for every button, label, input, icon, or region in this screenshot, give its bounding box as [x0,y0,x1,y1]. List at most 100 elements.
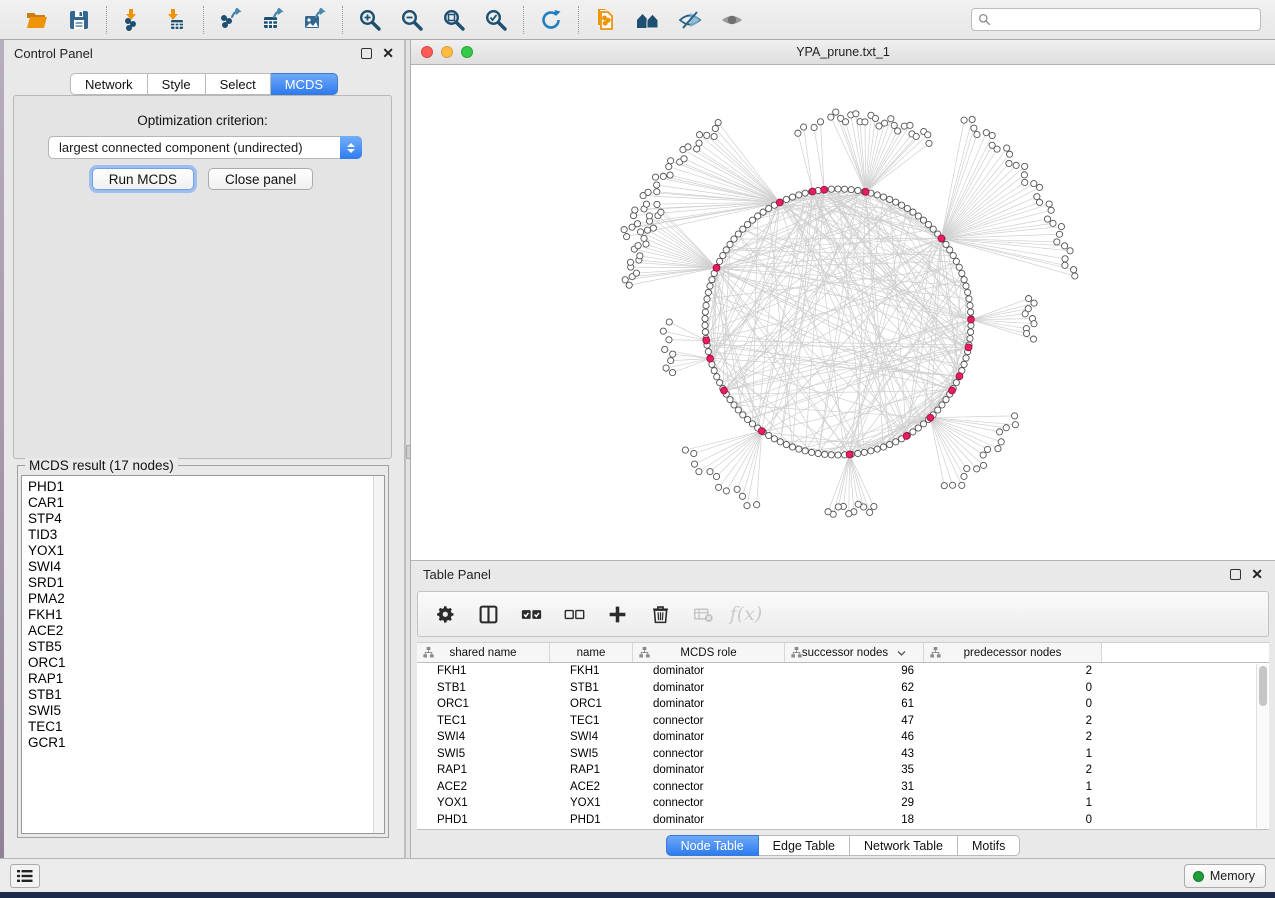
select-all-columns-icon[interactable] [518,601,544,627]
cell-MCDS-role[interactable]: dominator [633,764,785,776]
column-header-successor-nodes[interactable]: successor nodes [785,643,924,662]
cell-successor-nodes[interactable]: 35 [785,764,924,776]
result-node-item[interactable]: ORC1 [28,655,370,671]
tab-network[interactable]: Network [70,73,148,95]
result-node-item[interactable]: YOX1 [28,543,370,559]
table-row[interactable]: ACE2ACE2connector311 [417,779,1269,796]
zoom-fit-icon[interactable] [440,6,468,34]
import-network-icon[interactable] [120,6,148,34]
export-network-icon[interactable] [217,6,245,34]
result-node-item[interactable]: GCR1 [28,735,370,751]
cell-predecessor-nodes[interactable]: 1 [924,797,1102,809]
cell-MCDS-role[interactable]: dominator [633,814,785,826]
cell-MCDS-role[interactable]: connector [633,715,785,727]
result-node-item[interactable]: PMA2 [28,591,370,607]
cell-MCDS-role[interactable]: dominator [633,698,785,710]
column-header-MCDS-role[interactable]: MCDS role [633,643,785,662]
float-panel-icon[interactable] [361,48,372,59]
cell-successor-nodes[interactable]: 29 [785,797,924,809]
result-node-item[interactable]: STB5 [28,639,370,655]
result-list-scrollbar[interactable] [373,476,384,833]
cell-shared-name[interactable]: SWI5 [417,748,550,760]
cell-MCDS-role[interactable]: dominator [633,731,785,743]
create-column-icon[interactable] [604,601,630,627]
save-session-icon[interactable] [65,6,93,34]
mcds-result-list[interactable]: PHD1CAR1STP4TID3YOX1SWI4SRD1PMA2FKH1ACE2… [21,475,385,834]
cell-MCDS-role[interactable]: connector [633,748,785,760]
cell-name[interactable]: TEC1 [550,715,633,727]
column-header-shared-name[interactable]: shared name [417,643,550,662]
cell-predecessor-nodes[interactable]: 2 [924,715,1102,727]
table-scrollbar[interactable] [1256,664,1268,828]
cell-shared-name[interactable]: STB1 [417,682,550,694]
result-node-item[interactable]: TID3 [28,527,370,543]
cell-name[interactable]: SWI5 [550,748,633,760]
result-node-item[interactable]: ACE2 [28,623,370,639]
cell-name[interactable]: PHD1 [550,814,633,826]
result-node-item[interactable]: PHD1 [28,479,370,495]
cell-name[interactable]: STB1 [550,682,633,694]
search-box[interactable] [971,8,1261,31]
result-node-item[interactable]: STP4 [28,511,370,527]
cell-successor-nodes[interactable]: 96 [785,665,924,677]
cell-predecessor-nodes[interactable]: 0 [924,682,1102,694]
cell-shared-name[interactable]: ACE2 [417,781,550,793]
cell-MCDS-role[interactable]: connector [633,797,785,809]
result-node-item[interactable]: RAP1 [28,671,370,687]
table-row[interactable]: FKH1FKH1dominator962 [417,663,1269,680]
cell-shared-name[interactable]: YOX1 [417,797,550,809]
search-input[interactable] [996,13,1254,27]
cell-successor-nodes[interactable]: 62 [785,682,924,694]
import-table-icon[interactable] [162,6,190,34]
cell-MCDS-role[interactable]: dominator [633,682,785,694]
result-node-item[interactable]: SRD1 [28,575,370,591]
cell-MCDS-role[interactable]: connector [633,781,785,793]
cell-predecessor-nodes[interactable]: 2 [924,764,1102,776]
cell-predecessor-nodes[interactable]: 1 [924,781,1102,793]
tab-select[interactable]: Select [206,73,271,95]
network-graph[interactable] [411,65,1275,560]
table-settings-icon[interactable] [432,601,458,627]
table-row[interactable]: SWI4SWI4dominator462 [417,729,1269,746]
cell-predecessor-nodes[interactable]: 0 [924,814,1102,826]
close-table-panel-icon[interactable]: ✕ [1251,567,1263,581]
run-mcds-button[interactable]: Run MCDS [92,168,194,190]
close-panel-icon[interactable]: ✕ [382,46,394,60]
float-table-panel-icon[interactable] [1230,569,1241,580]
cell-successor-nodes[interactable]: 61 [785,698,924,710]
result-node-item[interactable]: SWI5 [28,703,370,719]
cell-MCDS-role[interactable]: dominator [633,665,785,677]
cell-predecessor-nodes[interactable]: 2 [924,665,1102,677]
export-table-icon[interactable] [259,6,287,34]
memory-button[interactable]: Memory [1184,864,1266,888]
show-columns-icon[interactable] [475,601,501,627]
tab-mcds[interactable]: MCDS [271,73,338,95]
result-node-item[interactable]: CAR1 [28,495,370,511]
zoom-out-icon[interactable] [398,6,426,34]
tab-network-table[interactable]: Network Table [850,835,958,856]
task-history-button[interactable] [10,864,40,888]
cell-name[interactable]: SWI4 [550,731,633,743]
cell-predecessor-nodes[interactable]: 0 [924,698,1102,710]
table-row[interactable]: YOX1YOX1connector291 [417,795,1269,812]
table-row[interactable]: RAP1RAP1dominator352 [417,762,1269,779]
table-row[interactable]: TEC1TEC1connector472 [417,713,1269,730]
cell-predecessor-nodes[interactable]: 2 [924,731,1102,743]
cell-successor-nodes[interactable]: 31 [785,781,924,793]
result-node-item[interactable]: FKH1 [28,607,370,623]
unselect-all-columns-icon[interactable] [561,601,587,627]
zoom-in-icon[interactable] [356,6,384,34]
first-neighbors-icon[interactable] [634,6,662,34]
column-header-predecessor-nodes[interactable]: predecessor nodes [924,643,1102,662]
show-all-icon[interactable] [718,6,746,34]
cell-shared-name[interactable]: SWI4 [417,731,550,743]
table-scrollbar-thumb[interactable] [1259,666,1267,706]
criterion-dropdown[interactable]: largest connected component (undirected) [48,136,362,159]
close-panel-button[interactable]: Close panel [208,168,313,190]
tab-style[interactable]: Style [148,73,206,95]
network-canvas[interactable] [411,65,1275,560]
cell-predecessor-nodes[interactable]: 1 [924,748,1102,760]
cell-successor-nodes[interactable]: 47 [785,715,924,727]
hide-selected-icon[interactable] [676,6,704,34]
table-row[interactable]: SWI5SWI5connector431 [417,746,1269,763]
